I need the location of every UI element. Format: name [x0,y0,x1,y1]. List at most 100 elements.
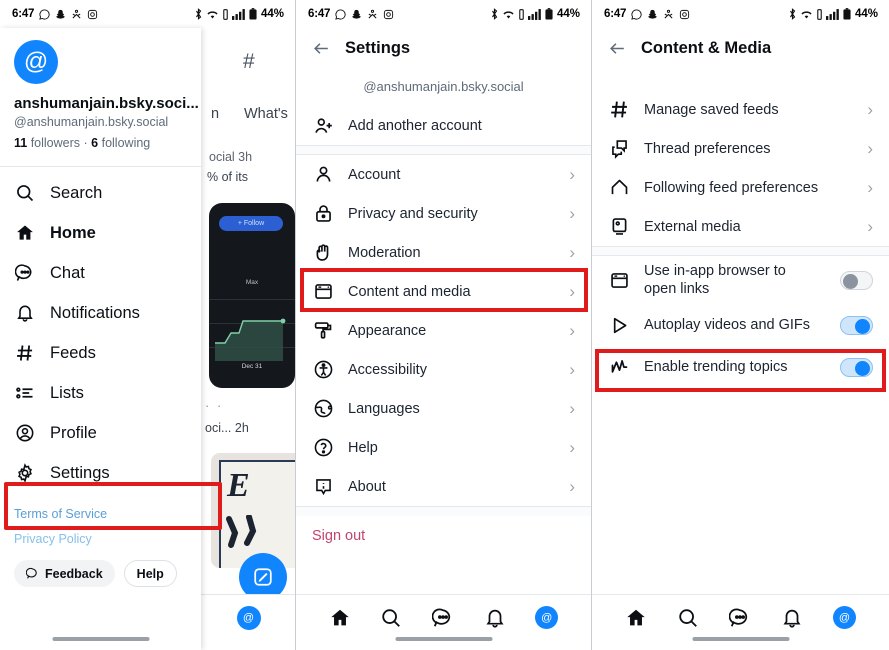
avatar[interactable]: @ [14,40,58,84]
sidebar-item-search[interactable]: Search [0,173,201,213]
sidebar-label-profile: Profile [50,423,97,442]
row-appearance[interactable]: Appearance › [296,311,591,350]
row-accessibility[interactable]: Accessibility › [296,350,591,389]
add-account-group: Add another account [296,107,591,145]
row-manage-saved-feeds[interactable]: Manage saved feeds › [592,90,889,129]
feedback-button[interactable]: Feedback [14,560,115,587]
row-enable-trending-topics[interactable]: Enable trending topics [592,346,889,388]
tab-notifications[interactable] [781,607,803,629]
profile-handle: @anshumanjain.bsky.social [14,115,169,129]
help-label: Help [136,566,164,581]
row-use-in-app-browser[interactable]: Use in-app browser to open links [592,256,889,304]
sidebar-item-profile[interactable]: Profile [0,413,201,453]
chart-date-label: Dec 31 [241,363,263,370]
stats-separator: · [83,136,88,150]
chevron-right-icon: › [867,217,873,236]
sidebar-item-chat[interactable]: Chat [0,253,201,293]
content-toggles-group: Use in-app browser to open links Autopla… [592,256,889,388]
sidebar-label-lists: Lists [50,383,84,402]
tab-chat[interactable] [729,607,751,629]
help-button[interactable]: Help [123,560,177,587]
toggle-knob [855,318,870,334]
avatar-icon[interactable]: @ [236,605,261,630]
sidebar-item-feeds[interactable]: Feeds [0,333,201,373]
row-moderation[interactable]: Moderation › [296,233,591,272]
privacy-policy-link[interactable]: Privacy Policy [14,532,187,546]
contacts-icon [367,9,378,20]
row-autoplay-videos[interactable]: Autoplay videos and GIFs [592,304,889,346]
tab-profile-avatar[interactable]: @ [535,606,559,629]
search-icon [14,183,36,203]
back-arrow-icon[interactable] [608,39,627,58]
sidebar-item-settings[interactable]: Settings [0,453,201,493]
row-about[interactable]: About › [296,467,591,506]
content-media-header: Content & Media [592,28,889,68]
row-label: Languages [348,400,420,417]
row-following-feed-preferences[interactable]: Following feed preferences › [592,168,889,207]
toggle-knob [843,273,858,289]
sidebar-item-lists[interactable]: Lists [0,373,201,413]
status-bar-left: 6:47 [308,8,394,20]
hash-icon [14,343,36,363]
feed-hash-icon: # [243,50,255,73]
row-account[interactable]: Account › [296,155,591,194]
row-label: Add another account [348,118,482,134]
back-arrow-icon[interactable] [312,39,331,58]
following-count: 6 [91,136,99,150]
tab-search[interactable] [380,607,402,629]
toggle-enable-trending-topics[interactable] [840,357,873,377]
contacts-icon [71,9,82,20]
tab-home[interactable] [329,607,351,629]
battery-percentage: 44% [260,8,284,20]
row-external-media[interactable]: External media › [592,207,889,246]
info-icon [312,476,334,497]
feedback-label: Feedback [45,566,103,581]
tab-profile-avatar[interactable]: @ [833,606,856,629]
screenshot-root: 6:47 44% # n What's ocial 3h % of its + … [0,0,889,650]
row-add-another-account[interactable]: Add another account [296,107,591,145]
person-circle-icon [14,423,36,443]
tab-home[interactable] [625,607,647,629]
home-outline-icon [608,177,630,198]
tab-search[interactable] [677,607,699,629]
follow-button[interactable]: + Follow [219,216,283,231]
snapchat-icon [647,9,658,20]
terms-of-service-link[interactable]: Terms of Service [14,507,187,521]
feed-post-actions: · · [205,398,224,413]
row-privacy-and-security[interactable]: Privacy and security › [296,194,591,233]
page-title: Settings [345,38,411,57]
toggle-use-in-app-browser[interactable] [840,270,873,290]
toggle-autoplay-videos[interactable] [840,315,873,335]
chevron-right-icon: › [569,243,575,262]
list-icon [14,383,36,403]
profile-header[interactable]: @ anshumanjain.bsky.soci... @anshumanjai… [0,28,201,160]
status-bar: 6:47 44% [0,0,295,28]
profile-display-name: anshumanjain.bsky.soci... [14,95,199,112]
drawer-nav: Search Home Chat Notifications Feeds Lis… [0,167,201,493]
home-indicator [395,637,492,641]
tab-notifications[interactable] [484,607,506,629]
tab-chat[interactable] [431,607,454,629]
row-languages[interactable]: Languages › [296,389,591,428]
row-label: Content and media [348,283,471,300]
feedback-icon [26,567,39,580]
drawer-buttons: Feedback Help [0,557,201,587]
row-help[interactable]: Help › [296,428,591,467]
sidebar-item-home[interactable]: Home [0,213,201,253]
sidebar-item-notifications[interactable]: Notifications [0,293,201,333]
group-gap [592,246,889,256]
row-thread-preferences[interactable]: Thread preferences › [592,129,889,168]
toggle-knob [855,360,870,376]
battery-icon [545,8,553,20]
sign-out-button[interactable]: Sign out [296,516,591,544]
row-label: Thread preferences [644,140,771,157]
play-icon [608,315,630,336]
bottom-tabbar: @ [296,594,591,650]
globe-icon [312,398,334,419]
hand-icon [312,242,334,263]
feed-post-text: % of its [207,170,248,184]
row-label: Account [348,166,401,183]
row-content-and-media[interactable]: Content and media › [296,272,591,311]
sidebar-label-chat: Chat [50,263,85,282]
row-label: About [348,478,386,495]
